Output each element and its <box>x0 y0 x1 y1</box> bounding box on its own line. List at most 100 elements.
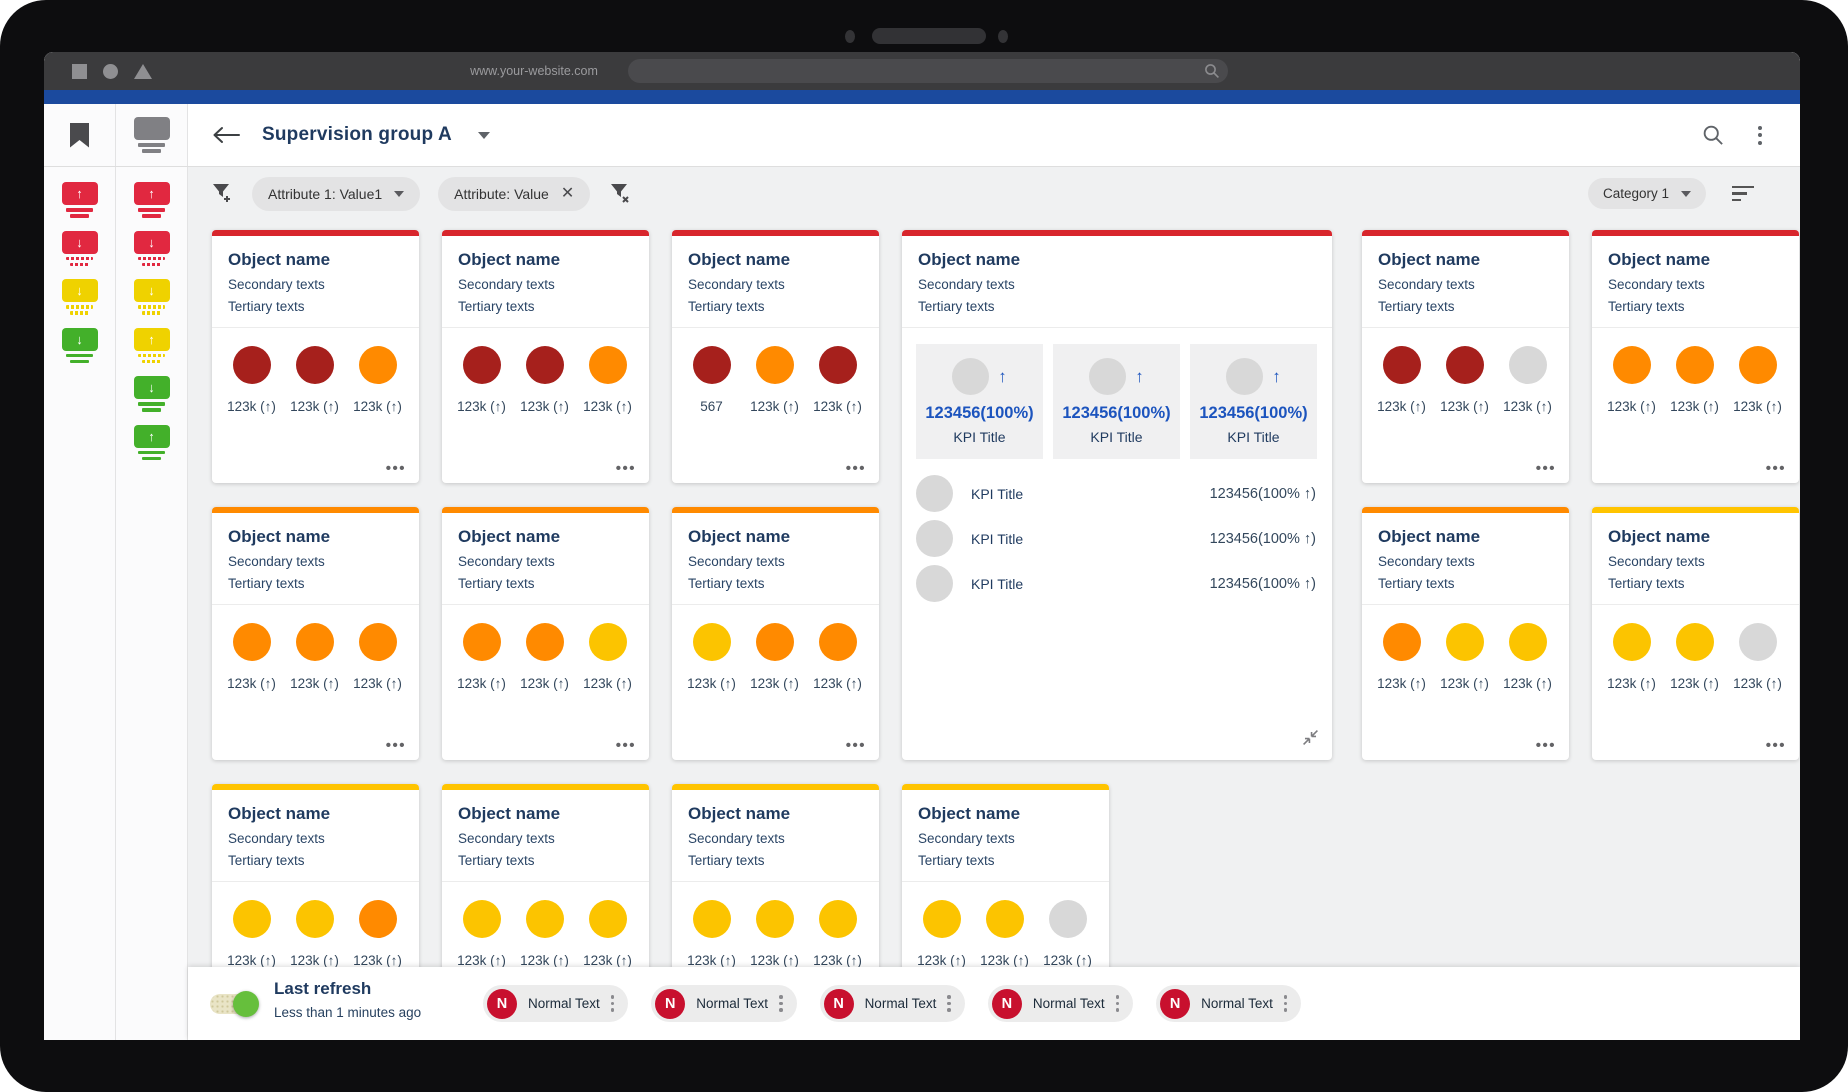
chip-menu-icon[interactable] <box>611 995 617 1012</box>
card-menu-icon[interactable]: ••• <box>846 460 866 477</box>
last-refresh-block: Last refresh Less than 1 minutes ago <box>274 979 421 1020</box>
alarm-bar <box>142 457 161 461</box>
object-card[interactable]: Object name Secondary texts Tertiary tex… <box>1592 507 1799 760</box>
kpi-value: 123k (↑) <box>576 399 639 414</box>
object-name: Object name <box>688 527 863 547</box>
kpi-value: 123456(100% ↑) <box>1210 531 1316 547</box>
object-card[interactable]: Object name Secondary texts Tertiary tex… <box>672 230 879 483</box>
status-circles <box>442 882 649 938</box>
object-card[interactable]: Object name Secondary texts Tertiary tex… <box>212 230 419 483</box>
kpi-row[interactable]: KPI Title 123456(100% ↑) <box>916 471 1316 516</box>
alarm-red-down-icon[interactable]: ↓ <box>61 231 99 267</box>
status-circle-orange <box>756 623 794 661</box>
object-card[interactable]: Object name Secondary texts Tertiary tex… <box>442 507 649 760</box>
kpi-values: 123k (↑)123k (↑)123k (↑) <box>442 384 649 414</box>
alarm-green-up-icon[interactable]: ↑ <box>133 425 171 461</box>
card-grid: Object name Secondary texts Tertiary tex… <box>44 52 1800 1040</box>
alarm-yellow-down-icon[interactable]: ↓ <box>133 279 171 315</box>
chip-menu-icon[interactable] <box>1284 995 1290 1012</box>
status-chip[interactable]: N Normal Text <box>651 985 796 1022</box>
status-circle-gold <box>693 623 731 661</box>
status-chip[interactable]: N Normal Text <box>820 985 965 1022</box>
card-header: Object name Secondary texts Tertiary tex… <box>212 513 419 592</box>
bookmark-tab[interactable] <box>44 104 115 166</box>
status-circle-orange <box>1383 623 1421 661</box>
kpi-values: 123k (↑)123k (↑)123k (↑) <box>1362 661 1569 691</box>
alarm-yellow-down-icon[interactable]: ↓ <box>61 279 99 315</box>
status-circle-gold <box>693 900 731 938</box>
object-card[interactable]: Object name Secondary texts Tertiary tex… <box>442 230 649 483</box>
card-menu-icon[interactable]: ••• <box>1766 737 1786 754</box>
alarm-red-up-icon[interactable]: ↑ <box>133 182 171 218</box>
secondary-text: Secondary texts <box>1608 553 1783 570</box>
object-name: Object name <box>458 804 633 824</box>
status-circle-orange <box>526 623 564 661</box>
status-chip[interactable]: N Normal Text <box>483 985 628 1022</box>
status-circle-orange <box>819 623 857 661</box>
kpi-tile-top: ↑ <box>1226 358 1281 395</box>
trend-arrow-icon: ↓ <box>76 333 83 346</box>
card-menu-icon[interactable]: ••• <box>1536 460 1556 477</box>
chip-menu-icon[interactable] <box>947 995 953 1012</box>
status-circle-gold <box>296 900 334 938</box>
card-menu-icon[interactable]: ••• <box>846 737 866 754</box>
tertiary-text: Tertiary texts <box>458 298 633 315</box>
trend-arrow-icon: ↓ <box>148 284 155 297</box>
object-card[interactable]: Object name Secondary texts Tertiary tex… <box>1362 507 1569 760</box>
status-chip-label: Normal Text <box>696 996 768 1011</box>
kpi-values: 123k (↑)123k (↑)123k (↑) <box>212 938 419 968</box>
collapse-icon[interactable] <box>1302 729 1319 751</box>
status-circles <box>672 882 879 938</box>
kpi-row[interactable]: KPI Title 123456(100% ↑) <box>916 561 1316 606</box>
card-menu-icon[interactable]: ••• <box>616 737 636 754</box>
last-refresh-time: Less than 1 minutes ago <box>274 1005 421 1020</box>
alarm-yellow-up-icon[interactable]: ↑ <box>133 328 171 364</box>
trend-arrow-icon: ↓ <box>148 236 155 249</box>
chip-menu-icon[interactable] <box>779 995 785 1012</box>
alarm-bar <box>138 354 165 358</box>
status-circle-orange <box>296 623 334 661</box>
card-header: Object name Secondary texts Tertiary tex… <box>1592 513 1799 592</box>
expanded-object-card[interactable]: Object name Secondary texts Tertiary tex… <box>902 230 1332 760</box>
alarm-green-down-icon[interactable]: ↓ <box>133 376 171 412</box>
card-menu-icon[interactable]: ••• <box>616 460 636 477</box>
secondary-text: Secondary texts <box>1378 276 1553 293</box>
status-chip[interactable]: N Normal Text <box>1156 985 1301 1022</box>
tertiary-text: Tertiary texts <box>1378 575 1553 592</box>
object-card[interactable]: Object name Secondary texts Tertiary tex… <box>672 507 879 760</box>
chip-menu-icon[interactable] <box>1116 995 1122 1012</box>
kpi-row[interactable]: KPI Title 123456(100% ↑) <box>916 516 1316 561</box>
status-chip[interactable]: N Normal Text <box>988 985 1133 1022</box>
status-circle-orange <box>1739 346 1777 384</box>
kpi-tile[interactable]: ↑ 123456(100%) KPI Title <box>1190 344 1317 459</box>
object-card[interactable]: Object name Secondary texts Tertiary tex… <box>1362 230 1569 483</box>
alarm-rect: ↓ <box>62 231 98 254</box>
alarm-green-down-icon[interactable]: ↓ <box>61 328 99 364</box>
card-menu-icon[interactable]: ••• <box>386 460 406 477</box>
alarm-red-down-icon[interactable]: ↓ <box>133 231 171 267</box>
object-card[interactable]: Object name Secondary texts Tertiary tex… <box>212 507 419 760</box>
status-circle-orange <box>359 623 397 661</box>
kpi-value: 123k (↑) <box>450 953 513 968</box>
card-menu-icon[interactable]: ••• <box>386 737 406 754</box>
kpi-value: 123k (↑) <box>1433 676 1496 691</box>
trend-arrow-icon: ↑ <box>76 187 83 200</box>
kpi-tiles: ↑ 123456(100%) KPI Title ↑ 123456(100%) … <box>902 328 1332 459</box>
auto-refresh-toggle[interactable] <box>210 994 256 1014</box>
kpi-tile[interactable]: ↑ 123456(100%) KPI Title <box>1053 344 1180 459</box>
status-circle-gold <box>233 900 271 938</box>
device-frame: www.your-website.com Supervision group A <box>0 0 1848 1092</box>
card-menu-icon[interactable]: ••• <box>1536 737 1556 754</box>
monitor-tab[interactable] <box>116 104 187 166</box>
kpi-title: KPI Title <box>1227 429 1279 445</box>
alarm-red-up-icon[interactable]: ↑ <box>61 182 99 218</box>
status-circle-gray <box>1049 900 1087 938</box>
object-card[interactable]: Object name Secondary texts Tertiary tex… <box>1592 230 1799 483</box>
trend-up-icon: ↑ <box>1135 367 1144 387</box>
card-menu-icon[interactable]: ••• <box>1766 460 1786 477</box>
object-name: Object name <box>1608 527 1783 547</box>
object-name: Object name <box>228 527 403 547</box>
secondary-text: Secondary texts <box>458 276 633 293</box>
kpi-tile[interactable]: ↑ 123456(100%) KPI Title <box>916 344 1043 459</box>
status-circle-orange <box>1676 346 1714 384</box>
